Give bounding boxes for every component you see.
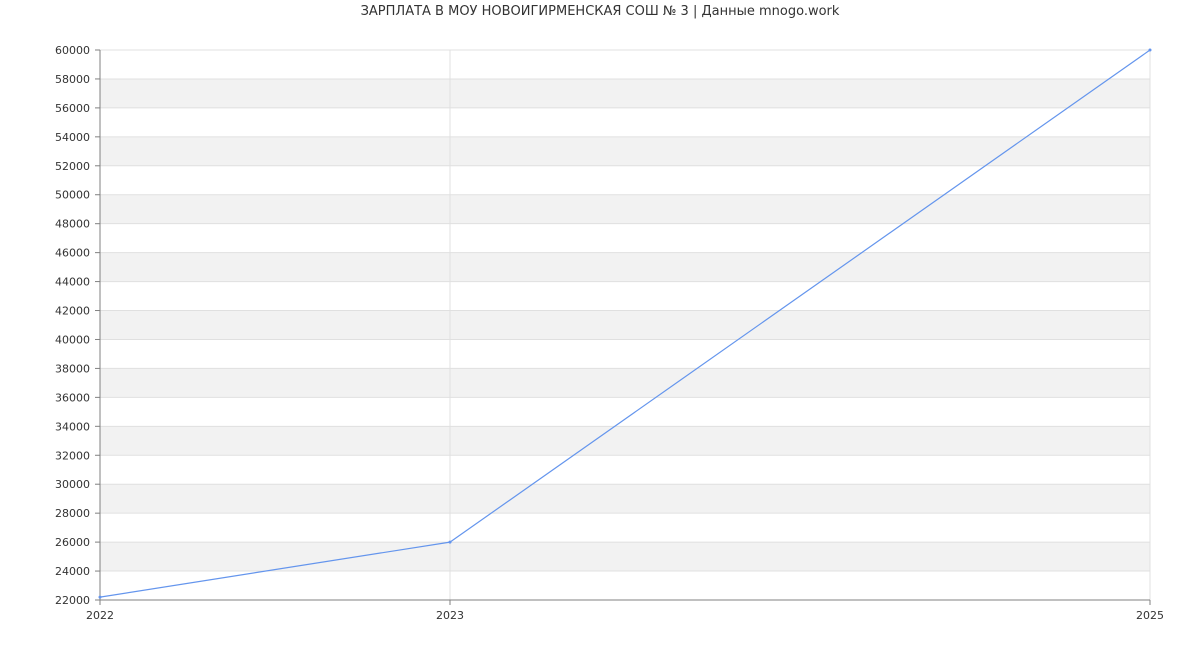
x-tick-label: 2023 (436, 609, 464, 622)
grid-band (100, 310, 1150, 340)
y-tick-label: 42000 (55, 305, 90, 318)
data-point (448, 540, 452, 544)
y-tick-label: 46000 (55, 247, 90, 260)
y-tick-label: 24000 (55, 565, 90, 578)
data-point (1148, 48, 1152, 52)
y-tick-label: 50000 (55, 189, 90, 202)
y-tick-label: 36000 (55, 391, 90, 404)
y-tick-label: 58000 (55, 73, 90, 86)
y-tick-label: 40000 (55, 333, 90, 346)
y-tick-label: 54000 (55, 131, 90, 144)
grid-band (100, 78, 1150, 108)
grid-band (100, 252, 1150, 282)
y-tick-label: 38000 (55, 362, 90, 375)
y-tick-label: 60000 (55, 44, 90, 57)
x-tick-label: 2022 (86, 609, 114, 622)
y-tick-label: 52000 (55, 160, 90, 173)
line-chart: 22000 24000 26000 28000 30000 32000 34000 36000… (55, 44, 1164, 622)
y-tick-label: 32000 (55, 449, 90, 462)
y-tick-label: 56000 (55, 102, 90, 115)
y-tick-label: 22000 (55, 594, 90, 607)
y-tick-label: 48000 (55, 218, 90, 231)
y-tick-label: 30000 (55, 478, 90, 491)
background-bands (100, 78, 1150, 572)
grid-band (100, 542, 1150, 572)
grid-band (100, 426, 1150, 456)
grid-band (100, 484, 1150, 514)
grid-band (100, 194, 1150, 224)
data-point (98, 595, 102, 599)
y-tick-label: 26000 (55, 536, 90, 549)
y-tick-label: 44000 (55, 276, 90, 289)
y-tick-label: 34000 (55, 420, 90, 433)
y-tick-label: 28000 (55, 507, 90, 520)
x-tick-label: 2025 (1136, 609, 1164, 622)
grid-band (100, 368, 1150, 398)
